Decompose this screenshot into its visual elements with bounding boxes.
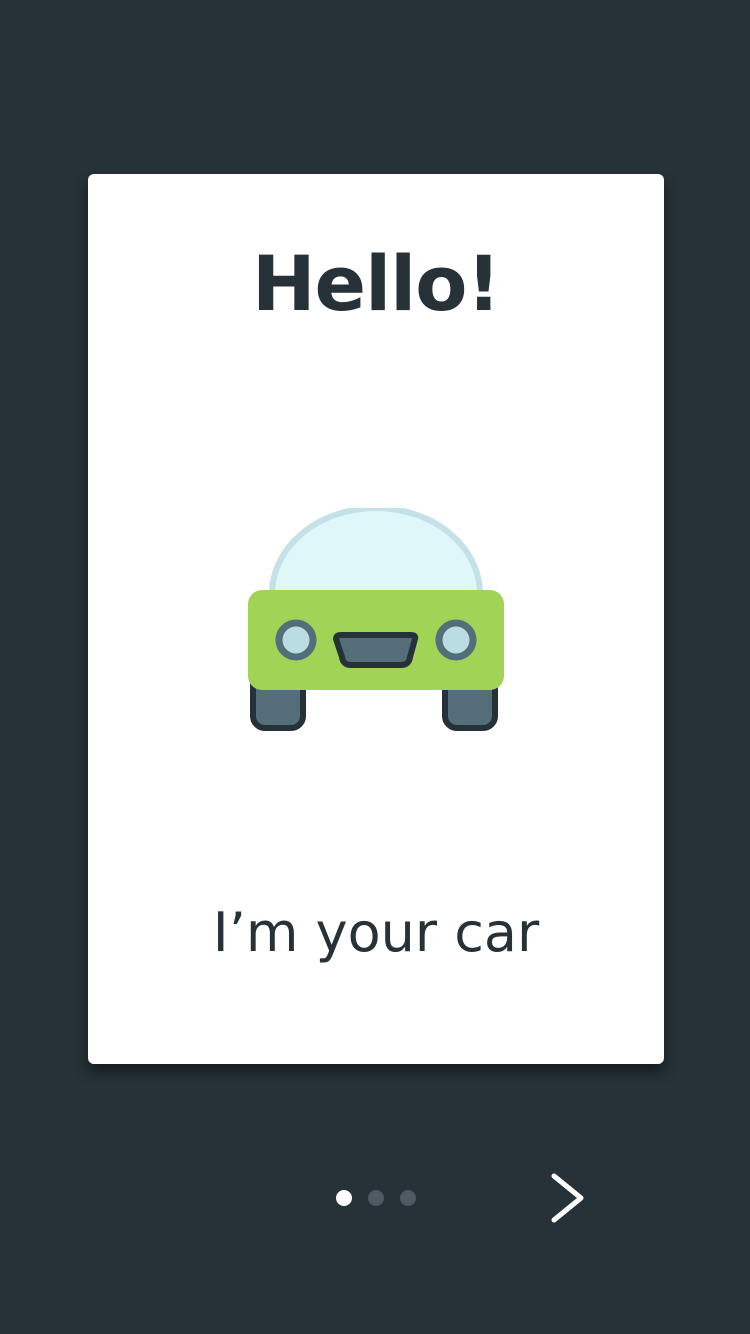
car-right-headlight (435, 619, 477, 661)
page-subtitle: I’m your car (212, 901, 540, 964)
page-dot-3[interactable] (400, 1190, 416, 1206)
next-button[interactable] (540, 1166, 600, 1230)
page-dot-2[interactable] (368, 1190, 384, 1206)
onboarding-card: Hello! I’m your car (88, 174, 664, 1064)
chevron-right-icon (551, 1173, 584, 1223)
car-icon (248, 508, 504, 731)
car-grille (333, 632, 419, 668)
car-left-headlight (275, 619, 317, 661)
car-windshield (268, 508, 484, 597)
page-dot-1[interactable] (336, 1190, 352, 1206)
page-indicator (336, 1190, 416, 1206)
page-title: Hello! (251, 239, 501, 328)
